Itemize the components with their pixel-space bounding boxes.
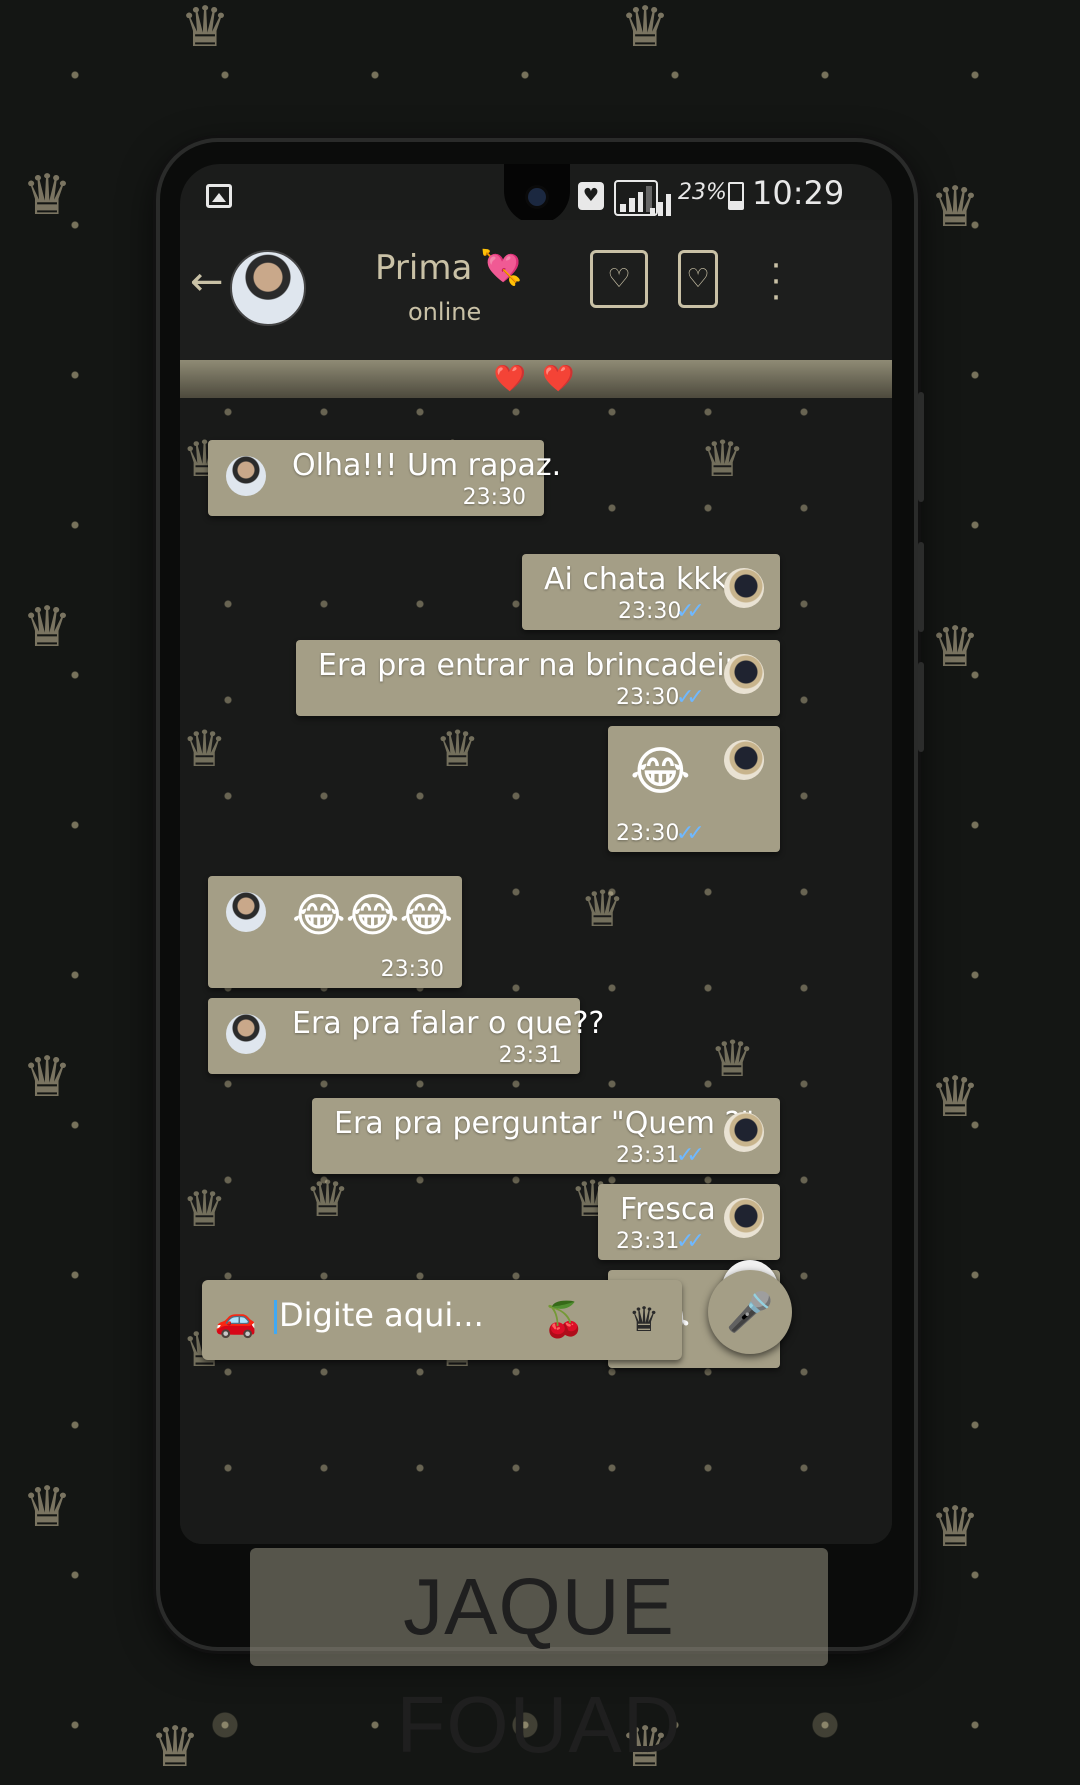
camera-notch — [504, 164, 570, 224]
battery-percentage: 23% — [678, 180, 727, 205]
phone-heart-icon[interactable]: ♡ — [678, 250, 718, 308]
message-time: 23:30 — [616, 685, 680, 710]
sender-avatar — [226, 892, 266, 932]
background-crown-icon: ♛ — [180, 0, 231, 60]
hearts-banner: ❤️‍ ❤️ — [180, 360, 892, 398]
sender-avatar — [226, 1014, 266, 1054]
gallery-icon — [206, 184, 232, 208]
message-text: Olha!!! Um rapaz. — [292, 448, 562, 483]
read-receipt-icon: ✓✓ — [676, 1229, 705, 1254]
read-receipt-icon: ✓✓ — [676, 1143, 705, 1168]
heart-notification-icon: ♥ — [578, 182, 604, 210]
sender-avatar — [226, 456, 266, 496]
message-bubble-incoming[interactable]: Era pra falar o que?? 23:31 — [208, 998, 604, 1074]
background-crown-icon: ♛ — [22, 1475, 73, 1540]
message-text: Ai chata kkk — [544, 562, 729, 597]
cherry-icon[interactable]: 🍒 — [540, 1296, 588, 1344]
message-time: 23:30 — [616, 821, 680, 846]
sender-avatar — [724, 1198, 764, 1238]
message-time: 23:31 — [616, 1143, 680, 1168]
message-time: 23:30 — [462, 485, 526, 510]
phone-frame: ♛ ♛ ♛ ♛ ♛ ♛ ♛ ♛ ♛ ♛ ♛ ♛ ♥ 23% — [160, 142, 924, 1647]
message-time: 23:31 — [498, 1043, 562, 1068]
watermark-text: JAQUE FOUAD — [250, 1548, 828, 1769]
message-text: Era pra perguntar "Quem ?" — [334, 1106, 755, 1141]
message-input[interactable]: Digite aqui... — [274, 1296, 484, 1334]
message-input-placeholder: Digite aqui... — [279, 1296, 484, 1334]
front-camera — [528, 188, 546, 206]
clapperboard-heart-icon[interactable]: ♡ — [590, 250, 648, 308]
message-bubble-outgoing[interactable]: Ai chata kkk 23:30 ✓✓ — [522, 554, 780, 630]
crown-icon[interactable]: ♛ — [620, 1296, 668, 1344]
background-crown-icon: ♛ — [22, 595, 73, 660]
chat-screen: ♛ ♛ ♛ ♛ ♛ ♛ ♛ ♛ ♛ ♛ ♛ ♛ ♥ 23% — [180, 164, 892, 1544]
sender-avatar — [724, 654, 764, 694]
message-time: 23:30 — [618, 599, 682, 624]
background-crown-icon: ♛ — [22, 163, 73, 228]
read-receipt-icon: ✓✓ — [676, 599, 705, 624]
sender-avatar — [724, 568, 764, 608]
background-crown-icon: ♛ — [22, 1045, 73, 1110]
signal-icon — [650, 180, 678, 216]
contact-avatar[interactable] — [230, 250, 306, 326]
background-crown-icon: ♛ — [150, 1715, 201, 1780]
back-arrow-icon[interactable]: ← — [190, 260, 234, 304]
heart-emoji-icon: 💘 — [480, 248, 523, 288]
sender-avatar — [724, 740, 764, 780]
message-composer[interactable]: 🚗 Digite aqui... 🍒 ♛ — [202, 1280, 682, 1360]
background-crown-icon: ♛ — [930, 1065, 981, 1130]
read-receipt-icon: ✓✓ — [676, 685, 705, 710]
message-bubble-incoming[interactable]: Olha!!! Um rapaz. 23:30 — [208, 440, 561, 516]
message-bubble-incoming[interactable]: 😂😂😂 23:30 — [208, 876, 462, 988]
contact-status: online — [408, 298, 482, 326]
background-crown-icon: ♛ — [930, 175, 981, 240]
read-receipt-icon: ✓✓ — [676, 821, 705, 846]
contact-name-text: Prima — [375, 248, 473, 288]
message-text: Era pra falar o que?? — [292, 1006, 605, 1041]
more-vert-icon[interactable]: · · · — [768, 249, 784, 315]
status-bar: ♥ 23% 10:29 — [180, 164, 892, 224]
text-caret — [274, 1300, 277, 1334]
message-list: Olha!!! Um rapaz. 23:30 Ai chata kkk 23:… — [180, 398, 892, 1368]
message-bubble-outgoing[interactable]: 😂 23:30 ✓✓ — [608, 726, 780, 852]
background-crown-icon: ♛ — [930, 615, 981, 680]
chat-header: ← Prima 💘 online ♡ ♡ · · · — [180, 220, 892, 360]
background-crown-icon: ♛ — [930, 1495, 981, 1560]
sender-avatar — [724, 1112, 764, 1152]
contact-name[interactable]: Prima 💘 — [375, 248, 523, 288]
message-bubble-outgoing[interactable]: Era pra perguntar "Quem ?" 23:31 ✓✓ — [312, 1098, 780, 1174]
message-bubble-outgoing[interactable]: Era pra entrar na brincadeira 23:30 ✓✓ — [296, 640, 780, 716]
volume-button — [918, 542, 924, 632]
battery-icon — [728, 182, 744, 210]
message-text: Fresca — [620, 1192, 716, 1227]
message-time: 23:30 — [380, 957, 444, 982]
power-button — [918, 392, 924, 502]
tears-of-joy-emoji: 😂 — [630, 742, 691, 802]
status-time: 10:29 — [752, 174, 845, 212]
message-text: Era pra entrar na brincadeira — [318, 648, 756, 683]
message-bubble-outgoing[interactable]: Fresca 23:31 ✓✓ — [598, 1184, 780, 1260]
car-icon[interactable]: 🚗 — [212, 1296, 260, 1344]
background-crown-icon: ♛ — [620, 0, 671, 60]
volume-button — [918, 662, 924, 752]
tears-of-joy-emoji: 😂😂😂 — [292, 888, 454, 942]
message-time: 23:31 — [616, 1229, 680, 1254]
heart-mic-icon[interactable]: 🎤 — [708, 1270, 792, 1354]
